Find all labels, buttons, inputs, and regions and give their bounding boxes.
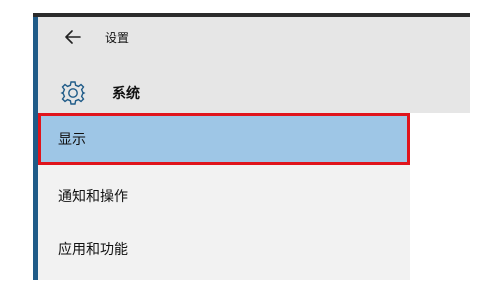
- back-navigation[interactable]: 设置: [38, 17, 238, 57]
- sidebar-item-label: 显示: [58, 132, 86, 148]
- settings-header: 设置 系统: [38, 17, 470, 113]
- sidebar-item-label: 通知和操作: [58, 189, 128, 205]
- sidebar-item-apps-features[interactable]: 应用和功能: [38, 223, 410, 275]
- settings-sidebar: 显示 通知和操作 应用和功能: [38, 113, 410, 280]
- page-title: 系统: [112, 86, 140, 102]
- settings-window: 设置 系统 显示 通知和操作 应用和功能: [33, 13, 470, 280]
- gear-icon: [60, 80, 86, 106]
- sidebar-item-notifications[interactable]: 通知和操作: [38, 170, 410, 222]
- page-title-row: 系统: [38, 75, 258, 111]
- sidebar-item-display[interactable]: 显示: [38, 113, 410, 165]
- settings-content-pane: [410, 113, 470, 280]
- sidebar-item-label: 应用和功能: [58, 242, 128, 258]
- back-arrow-icon[interactable]: [63, 27, 83, 47]
- back-label[interactable]: 设置: [105, 29, 129, 46]
